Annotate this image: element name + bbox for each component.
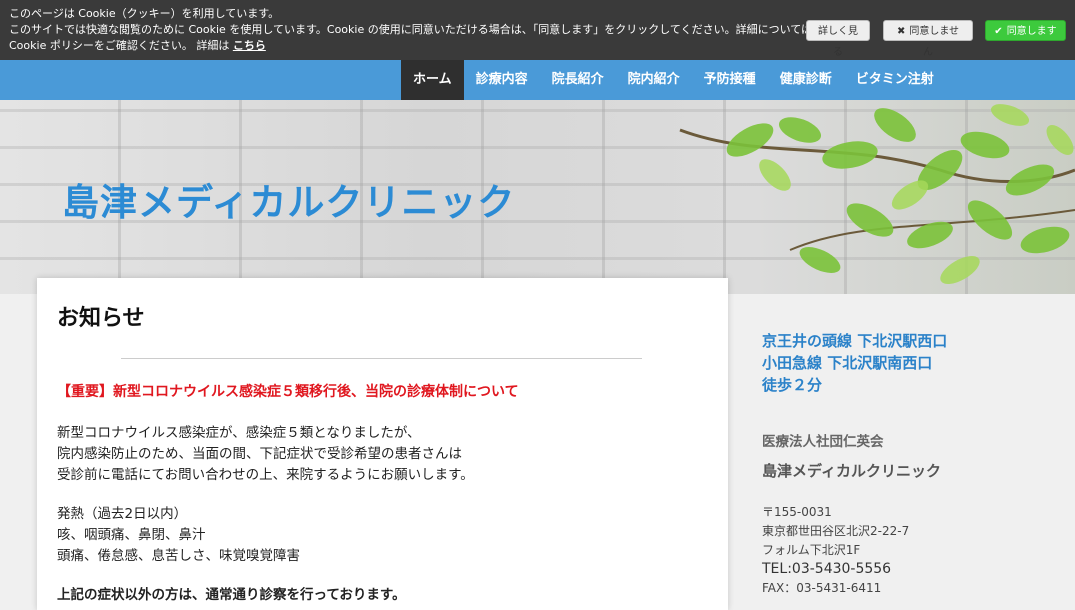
close-icon: ✖	[896, 26, 906, 37]
cookie-details-link[interactable]: こちら	[233, 39, 266, 52]
cookie-accept-label: 同意します	[1006, 26, 1057, 37]
fax-number: FAX：03-5431-6411	[762, 581, 882, 595]
access-line: 徒歩２分	[762, 376, 823, 394]
sidebar-clinic-name: 島津メディカルクリニック	[762, 462, 941, 480]
cookie-deny-button[interactable]: ✖ 同意しません	[883, 20, 973, 58]
notice-line: 新型コロナウイルス感染症が、感染症５類となりましたが、	[57, 425, 421, 441]
cookie-line-3-text: Cookie ポリシーをご確認ください。 詳細は	[9, 39, 233, 52]
phone-number[interactable]: TEL:03-5430-5556	[762, 560, 1062, 579]
divider	[121, 358, 642, 359]
notice-line: 院内感染防止のため、当面の間、下記症状で受診希望の患者さんは	[57, 446, 462, 462]
notice-line: 受診前に電話にてお問い合わせの上、来院するようにお願いします。	[57, 467, 474, 483]
nav-item-vaccination[interactable]: 予防接種	[692, 60, 768, 100]
normal-consultation-note: 上記の症状以外の方は、通常通り診察を行っております。	[57, 587, 406, 603]
organization-name: 医療法人社団仁英会	[762, 434, 884, 450]
access-info: 京王井の頭線 下北沢駅西口 小田急線 下北沢駅南西口 徒歩２分	[762, 330, 1062, 396]
main-nav: ホーム 診療内容 院長紹介 院内紹介 予防接種 健康診断 ビタミン注射	[0, 60, 1075, 100]
address-line: 東京都世田谷区北沢2-22-7	[762, 524, 910, 538]
nav-item-director[interactable]: 院長紹介	[540, 60, 616, 100]
news-card: お知らせ 【重要】新型コロナウイルス感染症５類移行後、当院の診療体制について 新…	[37, 278, 728, 610]
access-line: 小田急線 下北沢駅南西口	[762, 354, 933, 372]
notice-paragraph-1: 新型コロナウイルス感染症が、感染症５類となりましたが、 院内感染防止のため、当面…	[57, 423, 708, 486]
access-line: 京王井の頭線 下北沢駅西口	[762, 332, 948, 350]
news-heading: お知らせ	[57, 306, 145, 331]
cookie-more-button[interactable]: 詳しく見る	[806, 20, 870, 58]
nav-item-checkup[interactable]: 健康診断	[768, 60, 844, 100]
symptom-list: 発熱（過去2日以内） 咳、咽頭痛、鼻閉、鼻汁 頭痛、倦怠感、息苦しさ、味覚嗅覚障…	[57, 504, 708, 567]
symptom-line: 頭痛、倦怠感、息苦しさ、味覚嗅覚障害	[57, 548, 300, 564]
postal-code: 〒155-0031	[762, 505, 832, 519]
leaves-illustration	[679, 104, 1075, 284]
nav-item-vitamin[interactable]: ビタミン注射	[844, 60, 946, 100]
address-line: フォルム下北沢1F	[762, 543, 861, 557]
address-block: 〒155-0031 東京都世田谷区北沢2-22-7 フォルム下北沢1F TEL:…	[762, 503, 1062, 598]
important-notice-link[interactable]: 【重要】新型コロナウイルス感染症５類移行後、当院の診療体制について	[57, 381, 708, 401]
symptom-line: 発熱（過去2日以内）	[57, 506, 188, 522]
clinic-title: 島津メディカルクリニック	[62, 181, 516, 224]
sidebar: 京王井の頭線 下北沢駅西口 小田急線 下北沢駅南西口 徒歩２分 医療法人社団仁英…	[762, 330, 1062, 598]
hero-banner: 島津メディカルクリニック	[0, 100, 1075, 294]
symptom-line: 咳、咽頭痛、鼻閉、鼻汁	[57, 527, 206, 543]
cookie-banner: このページは Cookie（クッキー）を利用しています。 このサイトでは快適な閲…	[0, 0, 1075, 60]
check-icon: ✔	[994, 26, 1003, 37]
nav-item-facility[interactable]: 院内紹介	[616, 60, 692, 100]
nav-item-services[interactable]: 診療内容	[464, 60, 540, 100]
nav-item-home[interactable]: ホーム	[401, 60, 464, 100]
cookie-accept-button[interactable]: ✔ 同意します	[985, 20, 1066, 41]
